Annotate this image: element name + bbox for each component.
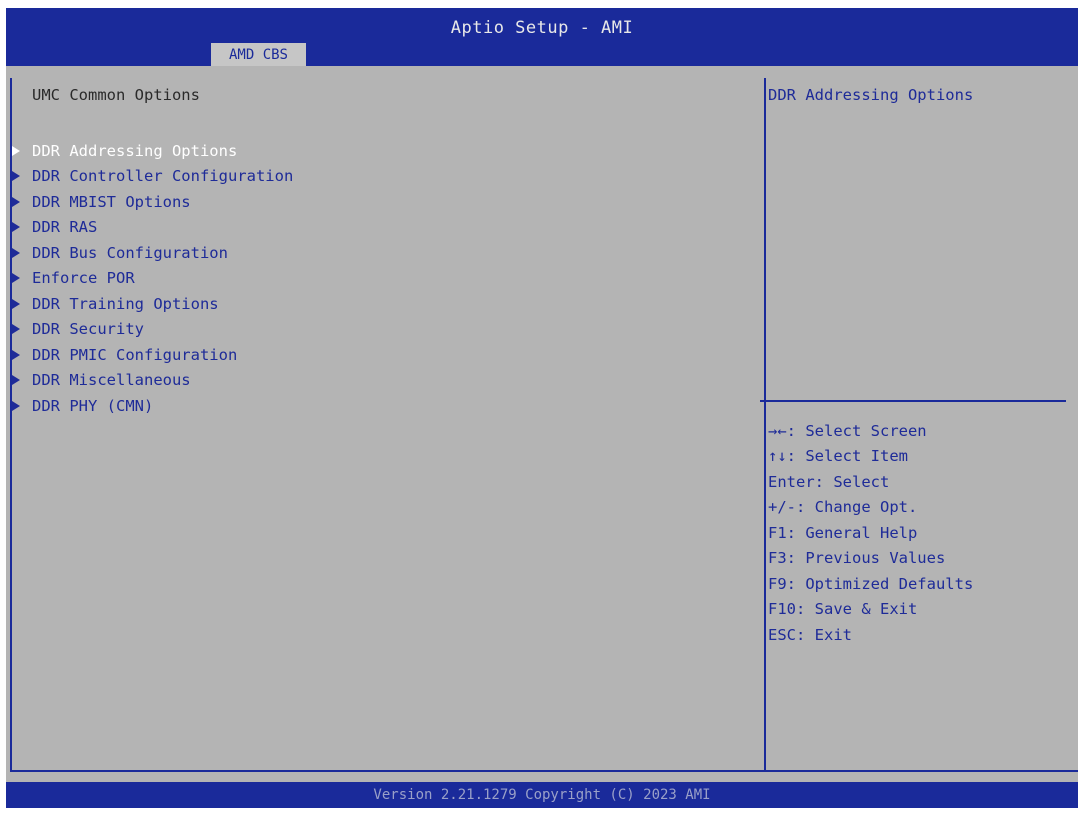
menu-item-ddr-controller-configuration[interactable]: DDR Controller Configuration — [10, 164, 293, 190]
footer-version: Version 2.21.1279 Copyright (C) 2023 AMI — [6, 782, 1078, 808]
menu-item-label: DDR Bus Configuration — [32, 243, 228, 262]
submenu-arrow-icon — [12, 298, 20, 309]
key-legend: →←: Select Screen ↑↓: Select Item Enter:… — [768, 418, 973, 648]
submenu-arrow-icon — [12, 222, 20, 233]
submenu-arrow-icon — [12, 375, 20, 386]
menu-item-label: Enforce POR — [32, 269, 135, 288]
menu-item-label: DDR Security — [32, 320, 144, 339]
help-divider — [760, 400, 1066, 402]
menu-list: DDR Addressing Options DDR Controller Co… — [10, 138, 293, 419]
submenu-arrow-icon — [12, 171, 20, 182]
menu-item-label: DDR Miscellaneous — [32, 371, 191, 390]
menu-item-ddr-training-options[interactable]: DDR Training Options — [10, 291, 293, 317]
menu-item-label: DDR Controller Configuration — [32, 167, 294, 186]
submenu-arrow-icon — [12, 247, 20, 258]
menu-item-ddr-phy-cmn[interactable]: DDR PHY (CMN) — [10, 393, 293, 419]
menu-item-label: DDR Addressing Options — [32, 141, 238, 160]
menu-item-ddr-ras[interactable]: DDR RAS — [10, 215, 293, 241]
section-title: UMC Common Options — [32, 86, 200, 104]
submenu-arrow-icon — [12, 400, 20, 411]
submenu-arrow-icon — [12, 145, 20, 156]
menu-item-ddr-bus-configuration[interactable]: DDR Bus Configuration — [10, 240, 293, 266]
help-description: DDR Addressing Options — [768, 86, 974, 104]
submenu-arrow-icon — [12, 324, 20, 335]
key-hint-optimized-defaults: F9: Optimized Defaults — [768, 574, 974, 593]
key-hint-select-item: ↑↓: Select Item — [768, 447, 908, 466]
app-title: Aptio Setup - AMI — [450, 18, 634, 38]
menu-item-label: DDR RAS — [32, 218, 98, 237]
menu-item-ddr-pmic-configuration[interactable]: DDR PMIC Configuration — [10, 342, 293, 368]
key-hint-esc-exit: ESC: Exit — [768, 625, 852, 644]
key-hint-change-opt: +/-: Change Opt. — [768, 498, 918, 517]
menu-item-ddr-mbist-options[interactable]: DDR MBIST Options — [10, 189, 293, 215]
key-hint-previous-values: F3: Previous Values — [768, 549, 946, 568]
header-bar: Aptio Setup - AMI AMD CBS — [6, 8, 1078, 66]
submenu-arrow-icon — [12, 196, 20, 207]
submenu-arrow-icon — [12, 349, 20, 360]
menu-item-ddr-security[interactable]: DDR Security — [10, 317, 293, 343]
key-hint-select-screen: →←: Select Screen — [768, 421, 927, 440]
menu-item-label: DDR PHY (CMN) — [32, 396, 154, 415]
key-hint-general-help: F1: General Help — [768, 523, 918, 542]
menu-item-label: DDR PMIC Configuration — [32, 345, 238, 364]
menu-item-label: DDR Training Options — [32, 294, 219, 313]
menu-item-enforce-por[interactable]: Enforce POR — [10, 266, 293, 292]
menu-item-ddr-addressing-options[interactable]: DDR Addressing Options — [10, 138, 293, 164]
menu-item-ddr-miscellaneous[interactable]: DDR Miscellaneous — [10, 368, 293, 394]
key-hint-enter: Enter: Select — [768, 472, 890, 491]
key-hint-save-exit: F10: Save & Exit — [768, 600, 918, 619]
menu-item-label: DDR MBIST Options — [32, 192, 191, 211]
submenu-arrow-icon — [12, 273, 20, 284]
tab-amd-cbs[interactable]: AMD CBS — [211, 43, 306, 66]
